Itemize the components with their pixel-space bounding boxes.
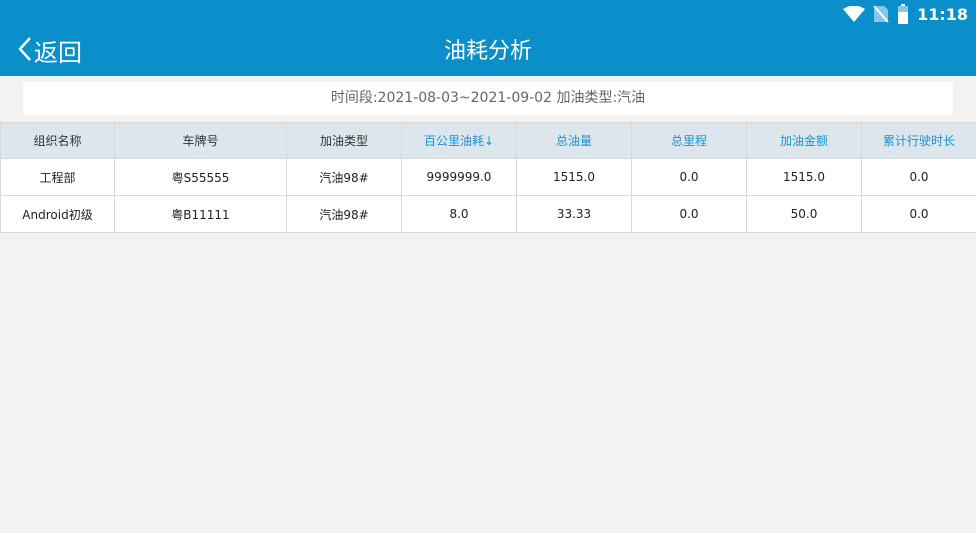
filter-summary[interactable]: 时间段:2021-08-03~2021-09-02 加油类型:汽油	[23, 82, 953, 115]
cell-fuel-type: 汽油98#	[286, 195, 402, 233]
table-header-row: 组织名称 车牌号 加油类型 百公里油耗↓ 总油量 总里程 加油金额 累计行驶时长	[0, 122, 976, 159]
page-title: 油耗分析	[443, 39, 532, 64]
column-header-driving-time[interactable]: 累计行驶时长	[861, 122, 976, 159]
column-header-consumption-per-100km[interactable]: 百公里油耗↓	[401, 122, 517, 159]
cell-fuel-type: 汽油98#	[286, 158, 402, 196]
column-header-total-fuel[interactable]: 总油量	[516, 122, 632, 159]
wifi-icon	[843, 6, 866, 22]
battery-icon	[897, 4, 909, 24]
cell-driving-time: 0.0	[861, 195, 976, 233]
cell-org: Android初级	[0, 195, 115, 233]
cell-org: 工程部	[0, 158, 115, 196]
column-header-total-mileage[interactable]: 总里程	[631, 122, 747, 159]
cell-fuel-amount: 50.0	[746, 195, 862, 233]
cell-total-fuel: 33.33	[516, 195, 632, 233]
cell-total-fuel: 1515.0	[516, 158, 632, 196]
status-bar: 11:18	[843, 3, 968, 25]
app-bar: 11:18 返回 油耗分析	[0, 0, 976, 76]
cell-fuel-amount: 1515.0	[746, 158, 862, 196]
table-row[interactable]: 工程部 粤S55555 汽油98# 9999999.0 1515.0 0.0 1…	[0, 158, 976, 196]
cell-consumption: 8.0	[401, 195, 517, 233]
cell-consumption: 9999999.0	[401, 158, 517, 196]
fuel-table: 组织名称 车牌号 加油类型 百公里油耗↓ 总油量 总里程 加油金额 累计行驶时长…	[0, 122, 976, 233]
column-header-plate[interactable]: 车牌号	[114, 122, 287, 159]
cell-plate: 粤B11111	[114, 195, 287, 233]
cell-plate: 粤S55555	[114, 158, 287, 196]
no-sim-icon	[873, 5, 889, 23]
table-row[interactable]: Android初级 粤B11111 汽油98# 8.0 33.33 0.0 50…	[0, 195, 976, 233]
column-header-fuel-type[interactable]: 加油类型	[286, 122, 402, 159]
status-time: 11:18	[917, 4, 968, 24]
column-header-org[interactable]: 组织名称	[0, 122, 115, 159]
cell-driving-time: 0.0	[861, 158, 976, 196]
cell-total-mileage: 0.0	[631, 158, 747, 196]
column-header-fuel-amount[interactable]: 加油金额	[746, 122, 862, 159]
cell-total-mileage: 0.0	[631, 195, 747, 233]
